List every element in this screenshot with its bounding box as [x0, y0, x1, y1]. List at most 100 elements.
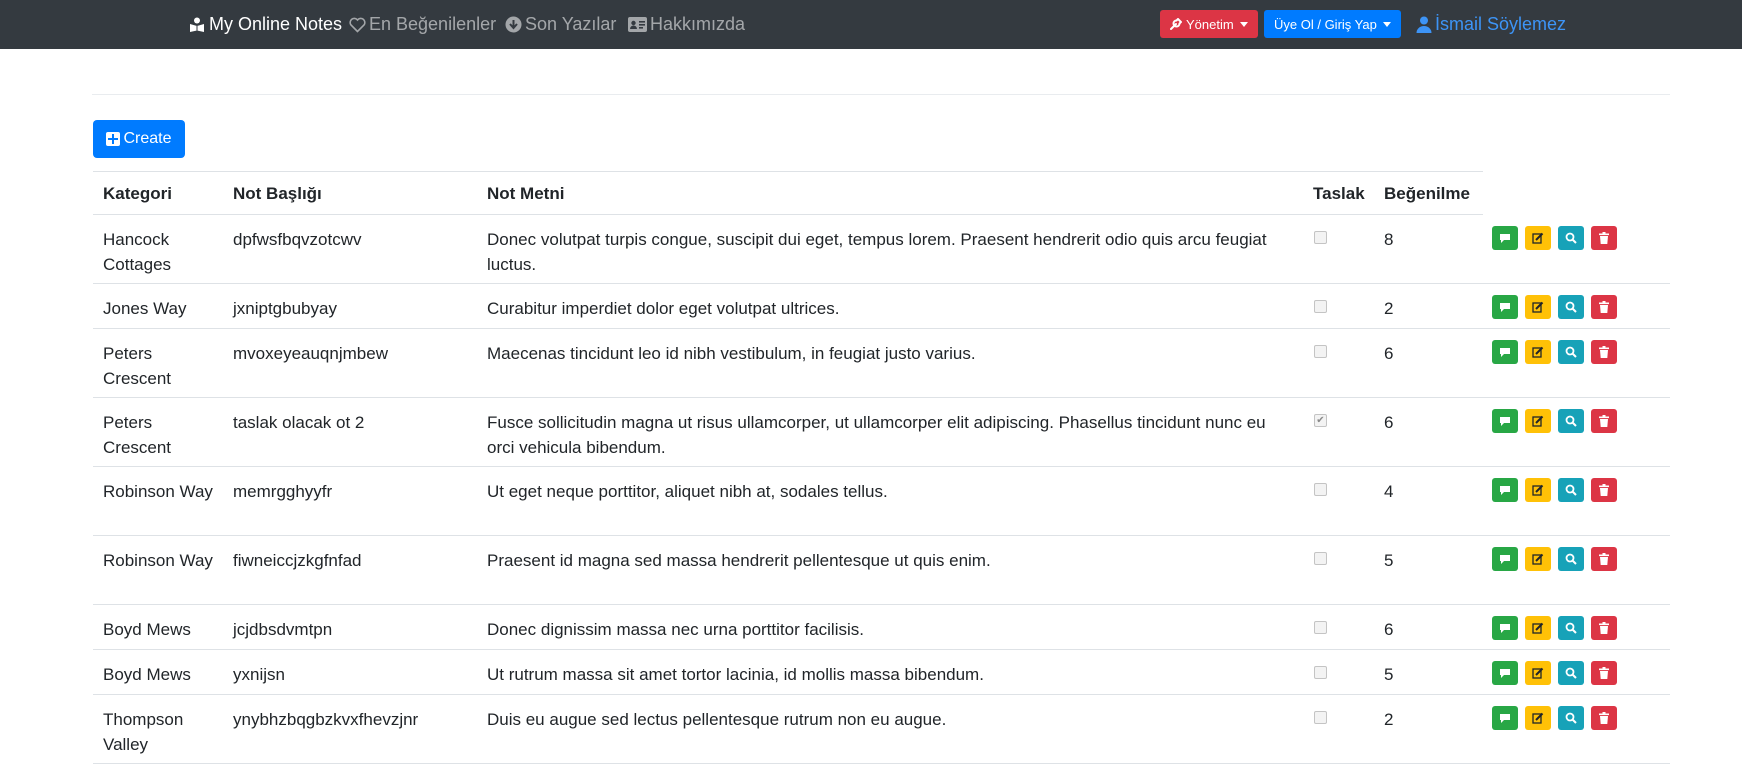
nav-link-recent[interactable]: Son Yazılar — [504, 0, 616, 49]
details-button[interactable] — [1558, 409, 1584, 433]
search-icon — [1565, 712, 1577, 724]
delete-button[interactable] — [1591, 616, 1617, 640]
chevron-down-icon — [1382, 21, 1391, 27]
draft-checkbox — [1314, 711, 1327, 724]
delete-button[interactable] — [1591, 409, 1617, 433]
trash-icon — [1599, 553, 1609, 565]
plus-square-icon — [106, 132, 121, 146]
auth-dropdown-button[interactable]: Üye Ol / Giriş Yap — [1264, 10, 1401, 38]
notes-table: Kategori Not Başlığı Not Metni Taslak Be… — [93, 171, 1670, 764]
cell-text: Ut rutrum massa sit amet tortor lacinia,… — [487, 665, 984, 684]
edit-button[interactable] — [1525, 706, 1551, 730]
draft-checkbox — [1314, 231, 1327, 244]
cell-likes: 6 — [1384, 620, 1394, 639]
nav-link-most-liked[interactable]: En Beğenilenler — [348, 0, 496, 49]
delete-button[interactable] — [1591, 661, 1617, 685]
edit-button[interactable] — [1525, 295, 1551, 319]
comment-icon — [1499, 554, 1511, 565]
comment-icon — [1499, 623, 1511, 634]
details-button[interactable] — [1558, 616, 1584, 640]
details-button[interactable] — [1558, 226, 1584, 250]
comment-icon — [1499, 302, 1511, 313]
trash-icon — [1599, 712, 1609, 724]
cell-title: memrgghyyfr — [233, 482, 333, 501]
delete-button[interactable] — [1591, 295, 1617, 319]
details-button[interactable] — [1558, 661, 1584, 685]
cell-category: Peters Crescent — [103, 413, 172, 457]
cell-category: Robinson Way — [103, 482, 213, 501]
user-name: İsmail Söylemez — [1435, 14, 1567, 34]
trash-icon — [1599, 667, 1609, 679]
cell-text: Praesent id magna sed massa hendrerit pe… — [487, 551, 991, 570]
comment-icon — [1499, 485, 1511, 496]
edit-icon — [1532, 346, 1544, 358]
cell-text: Ut eget neque porttitor, aliquet nibh at… — [487, 482, 888, 501]
row-actions — [1492, 661, 1617, 685]
table-row: Peters Crescent mvoxeyeauqnjmbew Maecenas … — [93, 329, 1670, 398]
search-icon — [1565, 484, 1577, 496]
user-icon — [1416, 16, 1432, 33]
details-button[interactable] — [1558, 295, 1584, 319]
user-profile-link[interactable]: İsmail Söylemez — [1416, 0, 1566, 49]
row-actions — [1492, 616, 1617, 640]
delete-button[interactable] — [1591, 706, 1617, 730]
details-button[interactable] — [1558, 340, 1584, 364]
row-actions — [1492, 409, 1617, 433]
comment-button[interactable] — [1492, 295, 1518, 319]
comment-icon — [1499, 233, 1511, 244]
cell-likes: 5 — [1384, 665, 1394, 684]
comment-icon — [1499, 668, 1511, 679]
edit-button[interactable] — [1525, 478, 1551, 502]
brand-link[interactable]: My Online Notes — [188, 0, 342, 49]
details-button[interactable] — [1558, 547, 1584, 571]
cell-likes: 4 — [1384, 482, 1394, 501]
header-likes: Beğenilme — [1384, 184, 1470, 203]
delete-button[interactable] — [1591, 547, 1617, 571]
draft-checkbox — [1314, 483, 1327, 496]
comment-button[interactable] — [1492, 478, 1518, 502]
nav-link-about[interactable]: Hakkımızda — [627, 0, 745, 49]
comment-button[interactable] — [1492, 547, 1518, 571]
cell-category: Boyd Mews — [103, 665, 191, 684]
edit-button[interactable] — [1525, 340, 1551, 364]
cell-likes: 6 — [1384, 344, 1394, 363]
delete-button[interactable] — [1591, 340, 1617, 364]
search-icon — [1565, 301, 1577, 313]
edit-button[interactable] — [1525, 661, 1551, 685]
nav-link-label: En Beğenilenler — [369, 14, 497, 34]
row-actions — [1492, 706, 1617, 730]
edit-button[interactable] — [1525, 616, 1551, 640]
draft-checkbox: ✔ — [1314, 414, 1327, 427]
brand-label: My Online Notes — [209, 14, 343, 34]
details-button[interactable] — [1558, 478, 1584, 502]
draft-checkbox — [1314, 300, 1327, 313]
cell-text: Donec dignissim massa nec urna porttitor… — [487, 620, 864, 639]
row-actions — [1492, 295, 1617, 319]
edit-button[interactable] — [1525, 226, 1551, 250]
comment-button[interactable] — [1492, 409, 1518, 433]
cell-text: Curabitur imperdiet dolor eget volutpat … — [487, 299, 840, 318]
comment-button[interactable] — [1492, 706, 1518, 730]
edit-button[interactable] — [1525, 409, 1551, 433]
draft-checkbox — [1314, 666, 1327, 679]
comment-button[interactable] — [1492, 340, 1518, 364]
comment-button[interactable] — [1492, 616, 1518, 640]
admin-dropdown-button[interactable]: Yönetim — [1160, 10, 1258, 38]
edit-button[interactable] — [1525, 547, 1551, 571]
table-header: Kategori Not Başlığı Not Metni Taslak Be… — [93, 171, 1483, 215]
delete-button[interactable] — [1591, 226, 1617, 250]
details-button[interactable] — [1558, 706, 1584, 730]
table-row: Peters Crescent taslak olacak ot 2 Fusce s… — [93, 398, 1670, 467]
cell-text: Donec volutpat turpis congue, suscipit d… — [487, 230, 1267, 274]
delete-button[interactable] — [1591, 478, 1617, 502]
search-icon — [1565, 415, 1577, 427]
cell-category: Thompson Valley — [103, 710, 184, 754]
cell-category: Hancock Cottages — [103, 230, 172, 274]
edit-icon — [1532, 712, 1544, 724]
wrench-icon — [1170, 18, 1182, 30]
auth-button-label: Üye Ol / Giriş Yap — [1274, 16, 1377, 32]
comment-button[interactable] — [1492, 661, 1518, 685]
comment-button[interactable] — [1492, 226, 1518, 250]
create-button[interactable]: Create — [93, 120, 185, 158]
divider — [92, 94, 1670, 95]
